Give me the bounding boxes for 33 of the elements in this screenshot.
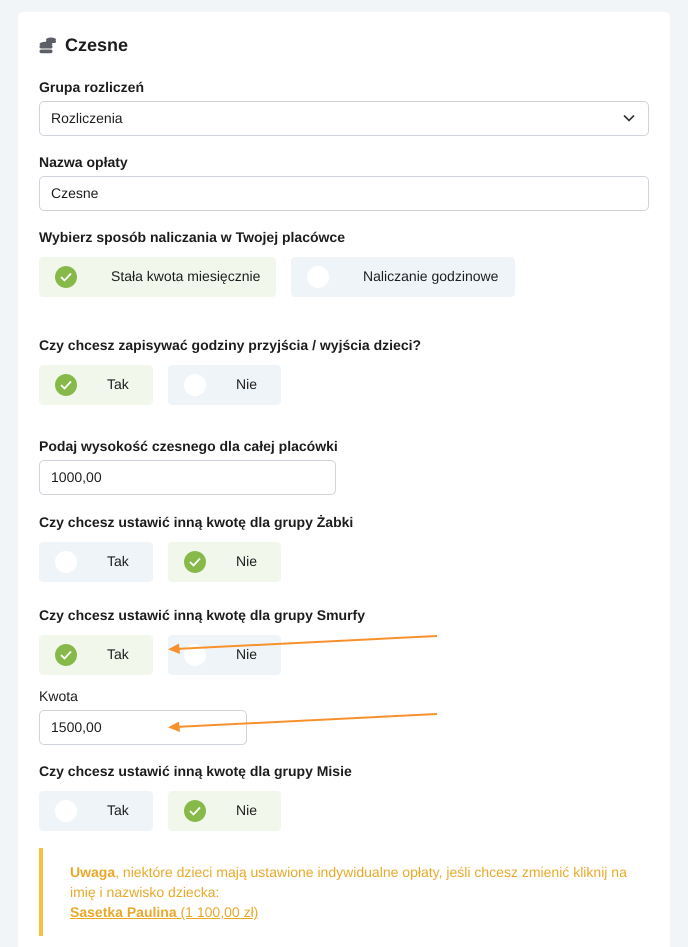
input-field[interactable]: Czesne — [39, 176, 649, 211]
check-icon — [55, 266, 77, 288]
field-label: Czy chcesz ustawić inną kwotę dla grupy Misie — [39, 762, 353, 780]
field-label: Czy chcesz ustawić inną kwotę dla grupy Smurfy — [39, 606, 366, 624]
option-button[interactable]: Nie — [168, 542, 281, 582]
option-button[interactable]: Tak — [39, 542, 153, 582]
check-icon — [184, 800, 206, 822]
option-button[interactable]: Nie — [168, 634, 281, 675]
check-icon — [55, 644, 77, 666]
option-button[interactable]: Tak — [39, 634, 153, 675]
option-button[interactable]: Tak — [39, 364, 153, 405]
option-button[interactable]: Stała kwota miesięcznie — [39, 256, 276, 297]
coins-icon — [39, 37, 57, 54]
input-field[interactable]: 1500,00 — [39, 710, 247, 745]
notice-text: Uwaga, niektóre dzieci mają ustawione indywidualne opłaty, jeśli chcesz zmienić kliknij na imię i nazwisko dziecka: — [70, 862, 628, 902]
field-label: Czy chcesz zapisywać godziny przyjścia / wyjścia dzieci? — [39, 336, 422, 354]
option-button[interactable]: Nie — [168, 790, 281, 831]
select-field[interactable]: Rozliczenia — [39, 100, 649, 136]
section-title: Czesne — [65, 35, 128, 57]
option-button[interactable]: Naliczanie godzinowe — [291, 256, 515, 297]
radio-circle-icon — [184, 644, 206, 666]
field-label: Wybierz sposób naliczania w Twojej placówce — [39, 228, 346, 246]
field-label: Nazwa opłaty — [39, 154, 129, 171]
check-icon — [55, 374, 77, 396]
option-button[interactable]: Tak — [39, 790, 153, 831]
field-label: Grupa rozliczeń — [39, 78, 146, 96]
input-field[interactable]: 1000,00 — [39, 460, 336, 495]
chevron-down-icon — [623, 114, 635, 122]
check-icon — [184, 550, 206, 573]
option-button[interactable]: Nie — [168, 364, 281, 405]
field-label: Podaj wysokość czesnego dla całej placówki — [39, 438, 339, 455]
field-label: Kwota — [39, 688, 79, 705]
field-label: Czy chcesz ustawić inną kwotę dla grupy Żabki — [39, 514, 354, 531]
